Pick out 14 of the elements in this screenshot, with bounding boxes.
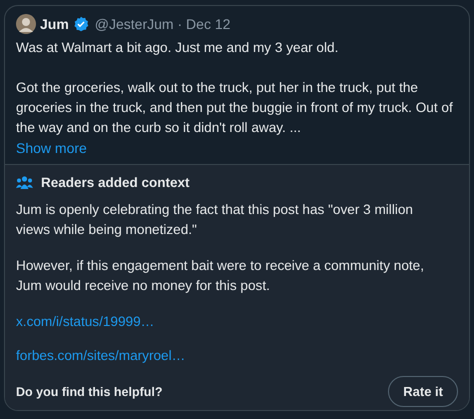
author-name[interactable]: Jum (40, 16, 69, 32)
helpful-question: Do you find this helpful? (16, 384, 163, 398)
context-heading: Readers added context (41, 175, 190, 190)
source-link[interactable]: forbes.com/sites/maryroel… (16, 346, 186, 366)
post-text: Got the groceries, walk out to the truck, put her in the truck, put the groceries in the truck, and then put the buggie in front of my truck. Out of the way and on the curb so it didn't roll away. ... (16, 79, 454, 137)
post-meta: @JesterJum · Dec 12 (94, 16, 230, 32)
source-link[interactable]: x.com/i/status/19999… (16, 312, 154, 332)
context-text: However, if this engagement bait were to receive a community note, Jum would receive no money for this post. (16, 257, 426, 295)
context-text: Jum is openly celebrating the fact that this post has "over 3 million views while being monetized." (16, 201, 414, 239)
show-more-link[interactable]: Show more (16, 138, 87, 158)
people-icon (16, 176, 33, 190)
rate-button[interactable]: Rate it (388, 376, 458, 407)
avatar[interactable] (16, 14, 36, 34)
post-text: Was at Walmart a bit ago. Just me and my 3 year old. (16, 39, 340, 57)
